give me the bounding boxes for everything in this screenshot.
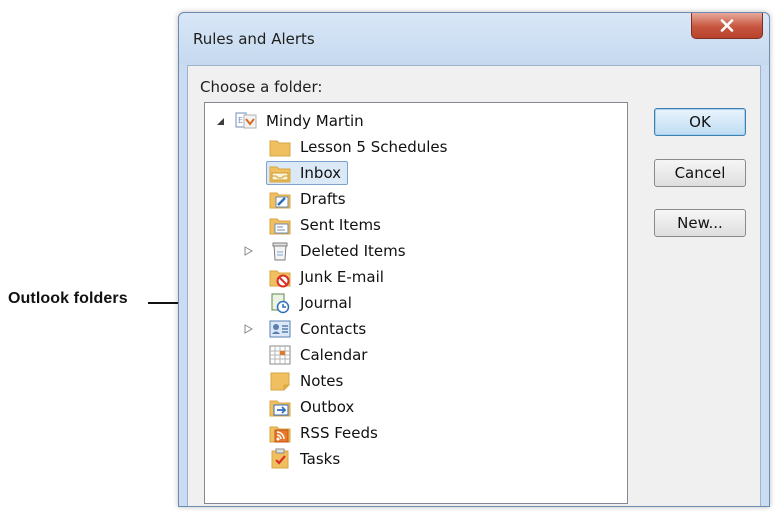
collapse-arrow-icon[interactable] <box>215 116 225 126</box>
tree-item-contacts[interactable]: Contacts <box>243 316 369 342</box>
tree-item-label: Outbox <box>300 398 355 416</box>
drafts-icon <box>269 188 291 210</box>
rss-feeds-icon <box>269 422 291 444</box>
mailbox-icon: E <box>235 110 257 132</box>
tree-item-junk-email[interactable]: Junk E-mail <box>269 264 387 290</box>
inbox-icon <box>269 162 291 184</box>
close-icon <box>720 19 734 32</box>
notes-icon <box>269 370 291 392</box>
tree-item-label: Notes <box>300 372 344 390</box>
callout-label: Outlook folders <box>8 290 128 307</box>
tree-item-lesson-5-schedules[interactable]: Lesson 5 Schedules <box>269 134 450 160</box>
tasks-icon <box>269 448 291 470</box>
junk-email-icon <box>269 266 291 288</box>
dialog-body: Choose a folder: E Mindy Martin Lesson 5… <box>187 65 761 506</box>
folder-tree[interactable]: E Mindy Martin Lesson 5 Schedules Inbox … <box>204 102 628 504</box>
tree-item-outbox[interactable]: Outbox <box>269 394 357 420</box>
outbox-icon <box>269 396 291 418</box>
expand-arrow-icon[interactable] <box>243 246 253 256</box>
cancel-button[interactable]: Cancel <box>654 159 746 187</box>
tree-item-notes[interactable]: Notes <box>269 368 346 394</box>
deleted-items-icon <box>269 240 291 262</box>
tree-item-tasks[interactable]: Tasks <box>269 446 343 472</box>
sent-items-icon <box>269 214 291 236</box>
tree-item-rss-feeds[interactable]: RSS Feeds <box>269 420 381 446</box>
tree-item-label: Lesson 5 Schedules <box>300 138 448 156</box>
ok-button[interactable]: OK <box>654 108 746 136</box>
tree-item-label: Journal <box>300 294 352 312</box>
tree-item-deleted-items[interactable]: Deleted Items <box>243 238 409 264</box>
rules-and-alerts-dialog: Rules and Alerts Choose a folder: E Mind… <box>178 12 770 507</box>
close-button[interactable] <box>691 13 763 39</box>
tree-item-inbox[interactable]: Inbox <box>266 160 349 186</box>
calendar-icon <box>269 344 291 366</box>
tree-item-label: Mindy Martin <box>266 112 364 130</box>
folder-icon <box>269 136 291 158</box>
tree-item-label: Deleted Items <box>300 242 406 260</box>
tree-item-label: Tasks <box>300 450 341 468</box>
tree-item-label: Sent Items <box>300 216 381 234</box>
title-bar: Rules and Alerts <box>179 13 769 65</box>
tree-item-label: Calendar <box>300 346 368 364</box>
tree-item-label: Inbox <box>300 164 342 182</box>
tree-item-label: Drafts <box>300 190 346 208</box>
tree-root-mindy-martin[interactable]: E Mindy Martin <box>213 108 367 134</box>
svg-text:E: E <box>238 116 243 125</box>
tree-item-label: RSS Feeds <box>300 424 378 442</box>
tree-item-journal[interactable]: Journal <box>269 290 355 316</box>
tree-item-label: Junk E-mail <box>300 268 384 286</box>
tree-item-sent-items[interactable]: Sent Items <box>269 212 384 238</box>
tree-item-label: Contacts <box>300 320 367 338</box>
journal-icon <box>269 292 291 314</box>
choose-folder-label: Choose a folder: <box>200 78 323 96</box>
expand-arrow-icon[interactable] <box>243 324 253 334</box>
new-folder-button[interactable]: New... <box>654 209 746 237</box>
tree-item-drafts[interactable]: Drafts <box>269 186 349 212</box>
dialog-title: Rules and Alerts <box>193 30 315 48</box>
tree-item-calendar[interactable]: Calendar <box>269 342 370 368</box>
contacts-icon <box>269 318 291 340</box>
